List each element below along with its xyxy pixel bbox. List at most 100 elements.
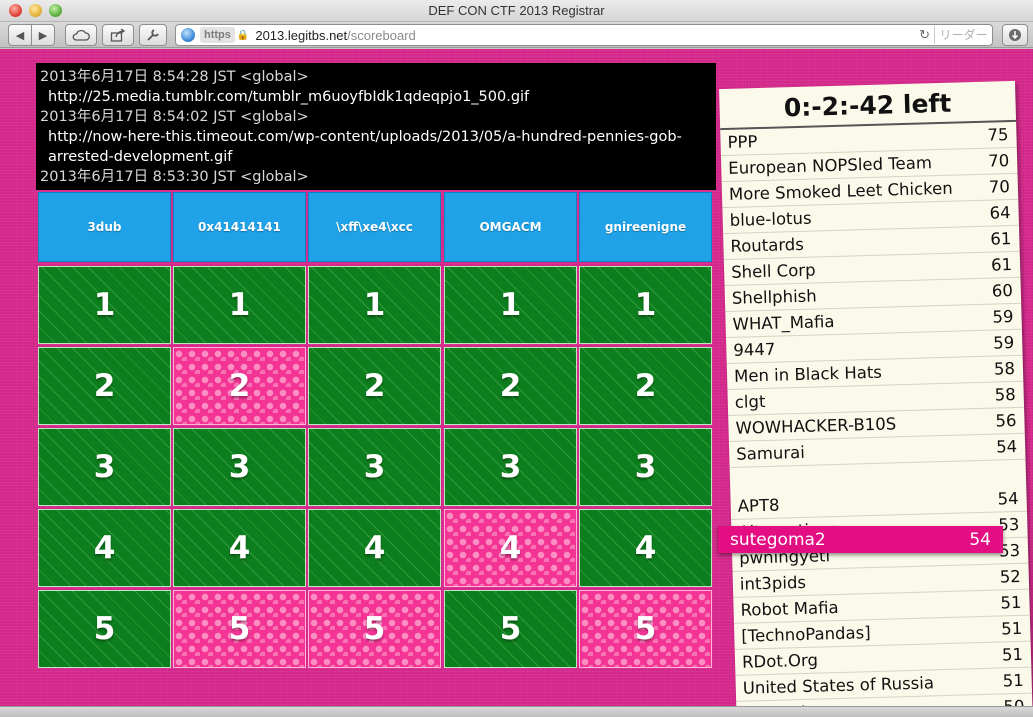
challenge-tile[interactable]: 4	[444, 509, 577, 587]
team-score: 60	[991, 281, 1014, 301]
team-name: RDot.Org	[741, 650, 819, 672]
challenge-tile[interactable]: 5	[579, 590, 712, 668]
team-name: WHAT_Mafia	[732, 312, 835, 334]
challenge-tile[interactable]: 4	[308, 509, 441, 587]
wrench-icon	[147, 29, 159, 41]
log-entry-header: 2013年6月17日 8:53:30 JST <global>	[40, 167, 712, 187]
challenge-tile[interactable]: 3	[579, 428, 712, 506]
back-button[interactable]: ◀	[8, 24, 32, 46]
challenge-tile[interactable]: 2	[38, 347, 171, 425]
challenge-tile[interactable]: 1	[173, 266, 306, 344]
team-name: Robot Mafia	[740, 598, 839, 620]
team-name: European NOPSled Team	[728, 153, 933, 178]
settings-button[interactable]	[139, 24, 167, 46]
team-name: Men in Black Hats	[733, 362, 883, 386]
team-score: 51	[1000, 618, 1023, 639]
log-entry-header: 2013年6月17日 8:54:02 JST <global>	[40, 107, 712, 127]
log-timestamp: 2013年6月17日 8:53:30 JST	[40, 169, 236, 185]
team-score: 59	[992, 307, 1014, 327]
challenge-tile[interactable]: 1	[444, 266, 577, 344]
team-name: blue-lotus	[729, 208, 812, 230]
team-name: Routards	[730, 234, 805, 256]
window-title: DEF CON CTF 2013 Registrar	[428, 3, 605, 18]
forward-arrow-icon: ▶	[38, 28, 48, 42]
team-score: 51	[1002, 670, 1024, 691]
team-score: 54	[997, 488, 1019, 509]
challenge-tile[interactable]: 4	[579, 509, 712, 587]
team-name: Shell Corp	[730, 260, 816, 282]
reader-button[interactable]: リーダー	[934, 26, 992, 44]
category-header: OMGACM	[444, 192, 577, 262]
challenge-tile[interactable]: 4	[173, 509, 306, 587]
team-score: 51	[1001, 644, 1024, 665]
log-entry: 2013年6月17日 8:54:02 JST <global> http://no…	[40, 107, 712, 167]
challenge-tile[interactable]: 3	[38, 428, 171, 506]
team-score: 52	[999, 566, 1022, 587]
reload-icon[interactable]: ↻	[919, 27, 930, 43]
team-name: APT8	[737, 495, 780, 516]
back-arrow-icon: ◀	[15, 28, 25, 42]
download-icon	[1009, 29, 1021, 41]
team-score: 56	[995, 410, 1017, 431]
team-score: 70	[987, 151, 1010, 171]
team-name: PPP	[727, 132, 758, 152]
team-score: 58	[993, 358, 1016, 379]
chat-log[interactable]: 2013年6月17日 8:54:28 JST <global> http://25…	[36, 63, 716, 190]
challenge-tile[interactable]: 2	[173, 347, 306, 425]
window-titlebar: DEF CON CTF 2013 Registrar	[0, 0, 1033, 22]
log-channel: <global>	[235, 169, 309, 185]
challenge-tile[interactable]: 3	[173, 428, 306, 506]
challenge-tile[interactable]: 5	[444, 590, 577, 668]
score-list: PPP 75 European NOPSled Team 70 More Smoked …	[720, 121, 1033, 717]
team-score: 58	[994, 384, 1016, 405]
team-name: clgt	[734, 391, 766, 412]
highlighted-team-row: sutegoma2 54	[718, 526, 1003, 553]
team-score: 51	[1000, 592, 1022, 613]
log-channel: <global>	[235, 69, 309, 85]
category-header: gnireenigne	[579, 192, 712, 262]
team-name: Samurai	[735, 442, 806, 464]
challenge-tile[interactable]: 1	[579, 266, 712, 344]
url-host: 2013.legitbs.net	[255, 27, 348, 43]
challenge-tile[interactable]: 2	[444, 347, 577, 425]
icloud-tabs-button[interactable]	[65, 24, 97, 46]
log-timestamp: 2013年6月17日 8:54:28 JST	[40, 69, 236, 85]
address-bar[interactable]: https 🔒 2013.legitbs.net /scoreboard ↻ リ…	[175, 24, 993, 46]
challenge-tile[interactable]: 4	[38, 509, 171, 587]
challenge-tile[interactable]: 3	[308, 428, 441, 506]
downloads-button[interactable]	[1002, 24, 1028, 46]
highlighted-team-score: 54	[969, 529, 991, 550]
https-badge: https	[200, 27, 235, 43]
log-message-link[interactable]: http://25.media.tumblr.com/tumblr_m4ng0x…	[40, 187, 712, 190]
challenge-tile[interactable]: 5	[38, 590, 171, 668]
log-channel: <global>	[235, 109, 309, 125]
challenge-tile[interactable]: 3	[444, 428, 577, 506]
scoreboard-panel: 0:-2:-42 left PPP 75 European NOPSled Team…	[719, 80, 1033, 717]
category-header: \xff\xe4\xcc	[308, 192, 441, 262]
team-score: 75	[987, 125, 1009, 145]
lock-icon: 🔒	[236, 29, 250, 41]
team-score: 61	[990, 229, 1012, 249]
challenge-tile[interactable]: 1	[308, 266, 441, 344]
forward-button[interactable]: ▶	[31, 24, 55, 46]
highlighted-team-name: sutegoma2	[730, 529, 826, 550]
cloud-icon	[72, 29, 90, 41]
category-header: 0x41414141	[173, 192, 306, 262]
browser-toolbar: ◀ ▶ https 🔒 2013.legitbs.net /scoreboard…	[0, 22, 1033, 48]
challenge-tile[interactable]: 2	[579, 347, 712, 425]
challenge-tile[interactable]: 2	[308, 347, 441, 425]
team-name: United States of Russia	[742, 673, 935, 698]
challenge-tile[interactable]: 5	[173, 590, 306, 668]
team-score: 64	[989, 203, 1011, 223]
challenge-tile[interactable]: 1	[38, 266, 171, 344]
browser-statusbar	[0, 706, 1033, 717]
category-header: 3dub	[38, 192, 171, 262]
team-name: [TechnoPandas]	[741, 623, 871, 646]
team-score: 70	[988, 177, 1011, 197]
log-message-link[interactable]: http://25.media.tumblr.com/tumblr_m6uoyf…	[40, 87, 712, 107]
share-button[interactable]	[102, 24, 134, 46]
log-message-link[interactable]: http://now-here-this.timeout.com/wp-cont…	[40, 127, 712, 167]
log-entry: 2013年6月17日 8:54:28 JST <global> http://25…	[40, 67, 712, 107]
challenge-tile[interactable]: 5	[308, 590, 441, 668]
log-entry: 2013年6月17日 8:53:30 JST <global>http://25…	[40, 167, 712, 190]
